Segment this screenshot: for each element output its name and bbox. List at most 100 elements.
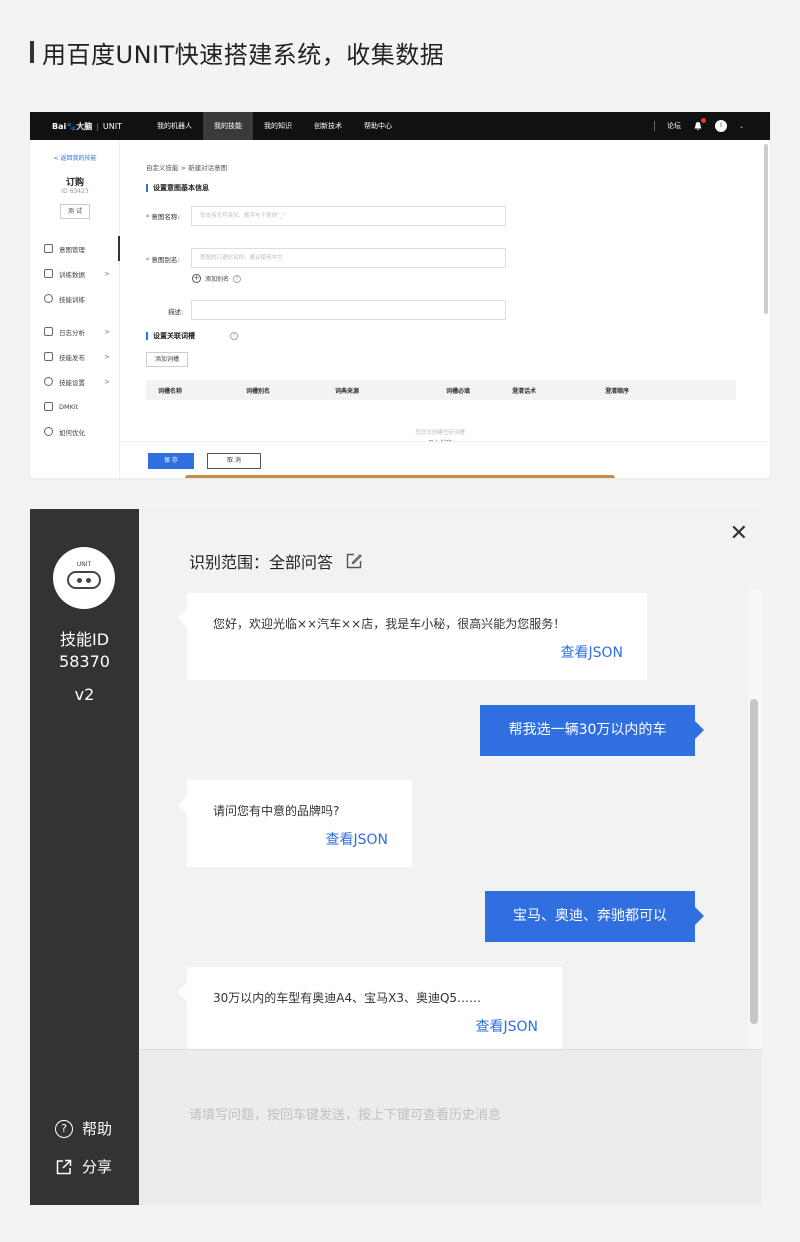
gear-icon [44,377,53,386]
logo-product: UNIT [102,121,123,131]
add-alias-button[interactable]: + 添加别名 ? [192,274,242,283]
description-input[interactable] [191,300,506,320]
sidebar-item-skill-training[interactable]: 技能训练 [30,286,120,311]
column-header: 澄清顺序 [605,387,630,395]
heading-text: 用百度UNIT快速搭建系统，收集数据 [42,40,445,69]
sidebar-item-publish[interactable]: 技能发布 > [30,344,120,369]
skill-sidebar: < 返回我的技能 订购 ID 63423 测 试 意图管理 训练数据 > 技能训… [30,140,120,478]
chat-messages: ✕ 识别范围：全部问答 您好，欢迎光临××汽车××店，我是车小秘，很高兴能为您服… [139,509,762,1049]
intent-alias-label: * 意图别名: [146,256,180,264]
heading-bar [30,41,34,63]
recognition-scope: 识别范围：全部问答 [189,549,363,573]
add-alias-label: 添加别名 [205,276,230,283]
message-text: 30万以内的车型有奥迪A4、宝马X3、奥迪Q5…… [213,991,482,1005]
nav-innovation[interactable]: 创新技术 [303,112,353,140]
intent-form: 自定义技能 > 新建对话意图 设置意图基本信息 * 意图名称: 仅支持大写英文、… [120,140,770,478]
nav-my-knowledge[interactable]: 我的知识 [253,112,303,140]
intent-name-input[interactable]: 仅支持大写英文、数字与下划线"_" [191,206,506,226]
bot-avatar-label: UNIT [76,561,92,568]
column-header: 词典来源 [335,387,360,395]
chevron-down-icon[interactable]: ⌄ [739,123,744,130]
network-icon [44,294,53,303]
sidebar-item-label: 技能训练 [59,295,85,304]
skill-name: 订购 [65,178,84,188]
page-heading: 用百度UNIT快速搭建系统，收集数据 [30,36,445,69]
nav-forum[interactable]: 论坛 [667,121,681,131]
grid-icon [44,244,53,253]
section-basic-info: 设置意图基本信息 [146,184,209,192]
robot-eye [86,578,91,583]
share-link[interactable]: 分享 [55,1156,112,1177]
chevron-right-icon: > [104,269,110,278]
back-to-skills-link[interactable]: < 返回我的技能 [30,153,120,162]
view-json-link[interactable]: 查看JSON [560,642,623,662]
logo-brand2: 大脑 [76,121,93,131]
column-header: 澄清话术 [512,387,537,395]
sidebar-item-training-data[interactable]: 训练数据 > [30,261,120,286]
nav-my-skills[interactable]: 我的技能 [203,112,253,140]
message-text: 您好，欢迎光临××汽车××店，我是车小秘，很高兴能为您服务！ [213,617,566,631]
nav-help-center[interactable]: 帮助中心 [353,112,403,140]
chevron-right-icon: > [104,352,110,361]
sidebar-item-settings[interactable]: 技能设置 > [30,369,120,394]
intent-alias-input[interactable]: 意图的口语化名称，建议使用中文 [191,248,506,268]
view-json-link[interactable]: 查看JSON [325,829,388,849]
add-slot-button[interactable]: 添加词槽 [146,352,188,367]
logo-separator: | [96,121,99,131]
bell-icon[interactable] [693,118,706,131]
cancel-button[interactable]: 取 消 [207,453,261,469]
sidebar-menu: 意图管理 训练数据 > 技能训练 日志分析 > 技能发布 > 技能设置 > DM… [30,236,120,444]
plus-circle-icon: + [192,274,201,283]
help-circle-icon[interactable]: ? [233,274,242,283]
chat-sidebar: UNIT 技能ID 58370 v2 ? 帮助 分享 [30,509,139,1205]
sidebar-item-label: 日志分析 [59,328,85,337]
nav-my-robots[interactable]: 我的机器人 [146,112,203,140]
document-icon [44,269,53,278]
baidu-brain-logo[interactable]: Bai 🐾 大脑 | UNIT [52,112,122,140]
upload-icon [44,352,53,361]
close-icon[interactable]: ✕ [730,523,748,545]
notification-dot [700,118,706,123]
nav-right: 论坛 I ⌄ [653,112,744,140]
bot-message: 30万以内的车型有奥迪A4、宝马X3、奥迪Q5…… 查看JSON [178,967,562,1049]
message-input-placeholder: 请填写问题，按回车键发送，按上下键可查看历史消息 [189,1108,502,1123]
help-link[interactable]: ? 帮助 [55,1118,112,1139]
message-text: 请问您有中意的品牌吗? [213,804,340,818]
unit-console-screenshot: Bai 🐾 大脑 | UNIT 我的机器人 我的技能 我的知识 创新技术 帮助中… [30,112,770,478]
scrollbar-thumb[interactable] [750,699,758,1024]
intent-name-label: * 意图名称: [146,213,180,221]
empty-tip: 您还没创建任何词槽 [415,430,465,436]
user-avatar[interactable]: I [714,120,727,132]
breadcrumb: 自定义技能 > 新建对话意图 [146,164,228,172]
skill-version: v2 [74,685,95,704]
sidebar-item-intent[interactable]: 意图管理 [30,236,120,261]
sidebar-item-log-analysis[interactable]: 日志分析 > [30,319,120,344]
column-header: 词槽必填 [446,387,471,395]
sidebar-item-label: DMKit [59,402,79,411]
nav-items: 我的机器人 我的技能 我的知识 创新技术 帮助中心 [146,112,403,140]
skill-id: ID 63423 [61,188,89,195]
sidebar-item-optimize[interactable]: 如何优化 [30,419,120,444]
bot-message: 请问您有中意的品牌吗? 查看JSON [178,780,412,867]
column-header: 词槽名称 [158,387,183,395]
chevron-right-icon: > [104,327,110,336]
top-navbar: Bai 🐾 大脑 | UNIT 我的机器人 我的技能 我的知识 创新技术 帮助中… [30,112,770,140]
help-circle-icon[interactable]: ? [230,332,238,340]
view-json-link[interactable]: 查看JSON [475,1016,538,1036]
user-message: 宝马、奥迪、奔驰都可以 [485,891,704,942]
message-input-area[interactable]: 请填写问题，按回车键发送，按上下键可查看历史消息 [139,1049,762,1205]
edit-icon[interactable] [345,552,363,570]
form-footer: 保 存 取 消 [120,441,770,478]
chart-icon [44,327,53,336]
save-button[interactable]: 保 存 [148,453,194,469]
question-icon [44,427,53,436]
logo-brand: Bai [52,121,67,131]
chevron-right-icon: > [104,377,110,386]
toast-edge [185,475,615,478]
share-icon [56,1159,72,1174]
sidebar-item-dmkit[interactable]: DMKit [30,394,120,419]
bot-avatar: UNIT [53,547,115,609]
scrollbar[interactable] [764,144,768,314]
skill-id-label: 技能ID [59,630,110,649]
test-button[interactable]: 测 试 [60,204,90,219]
